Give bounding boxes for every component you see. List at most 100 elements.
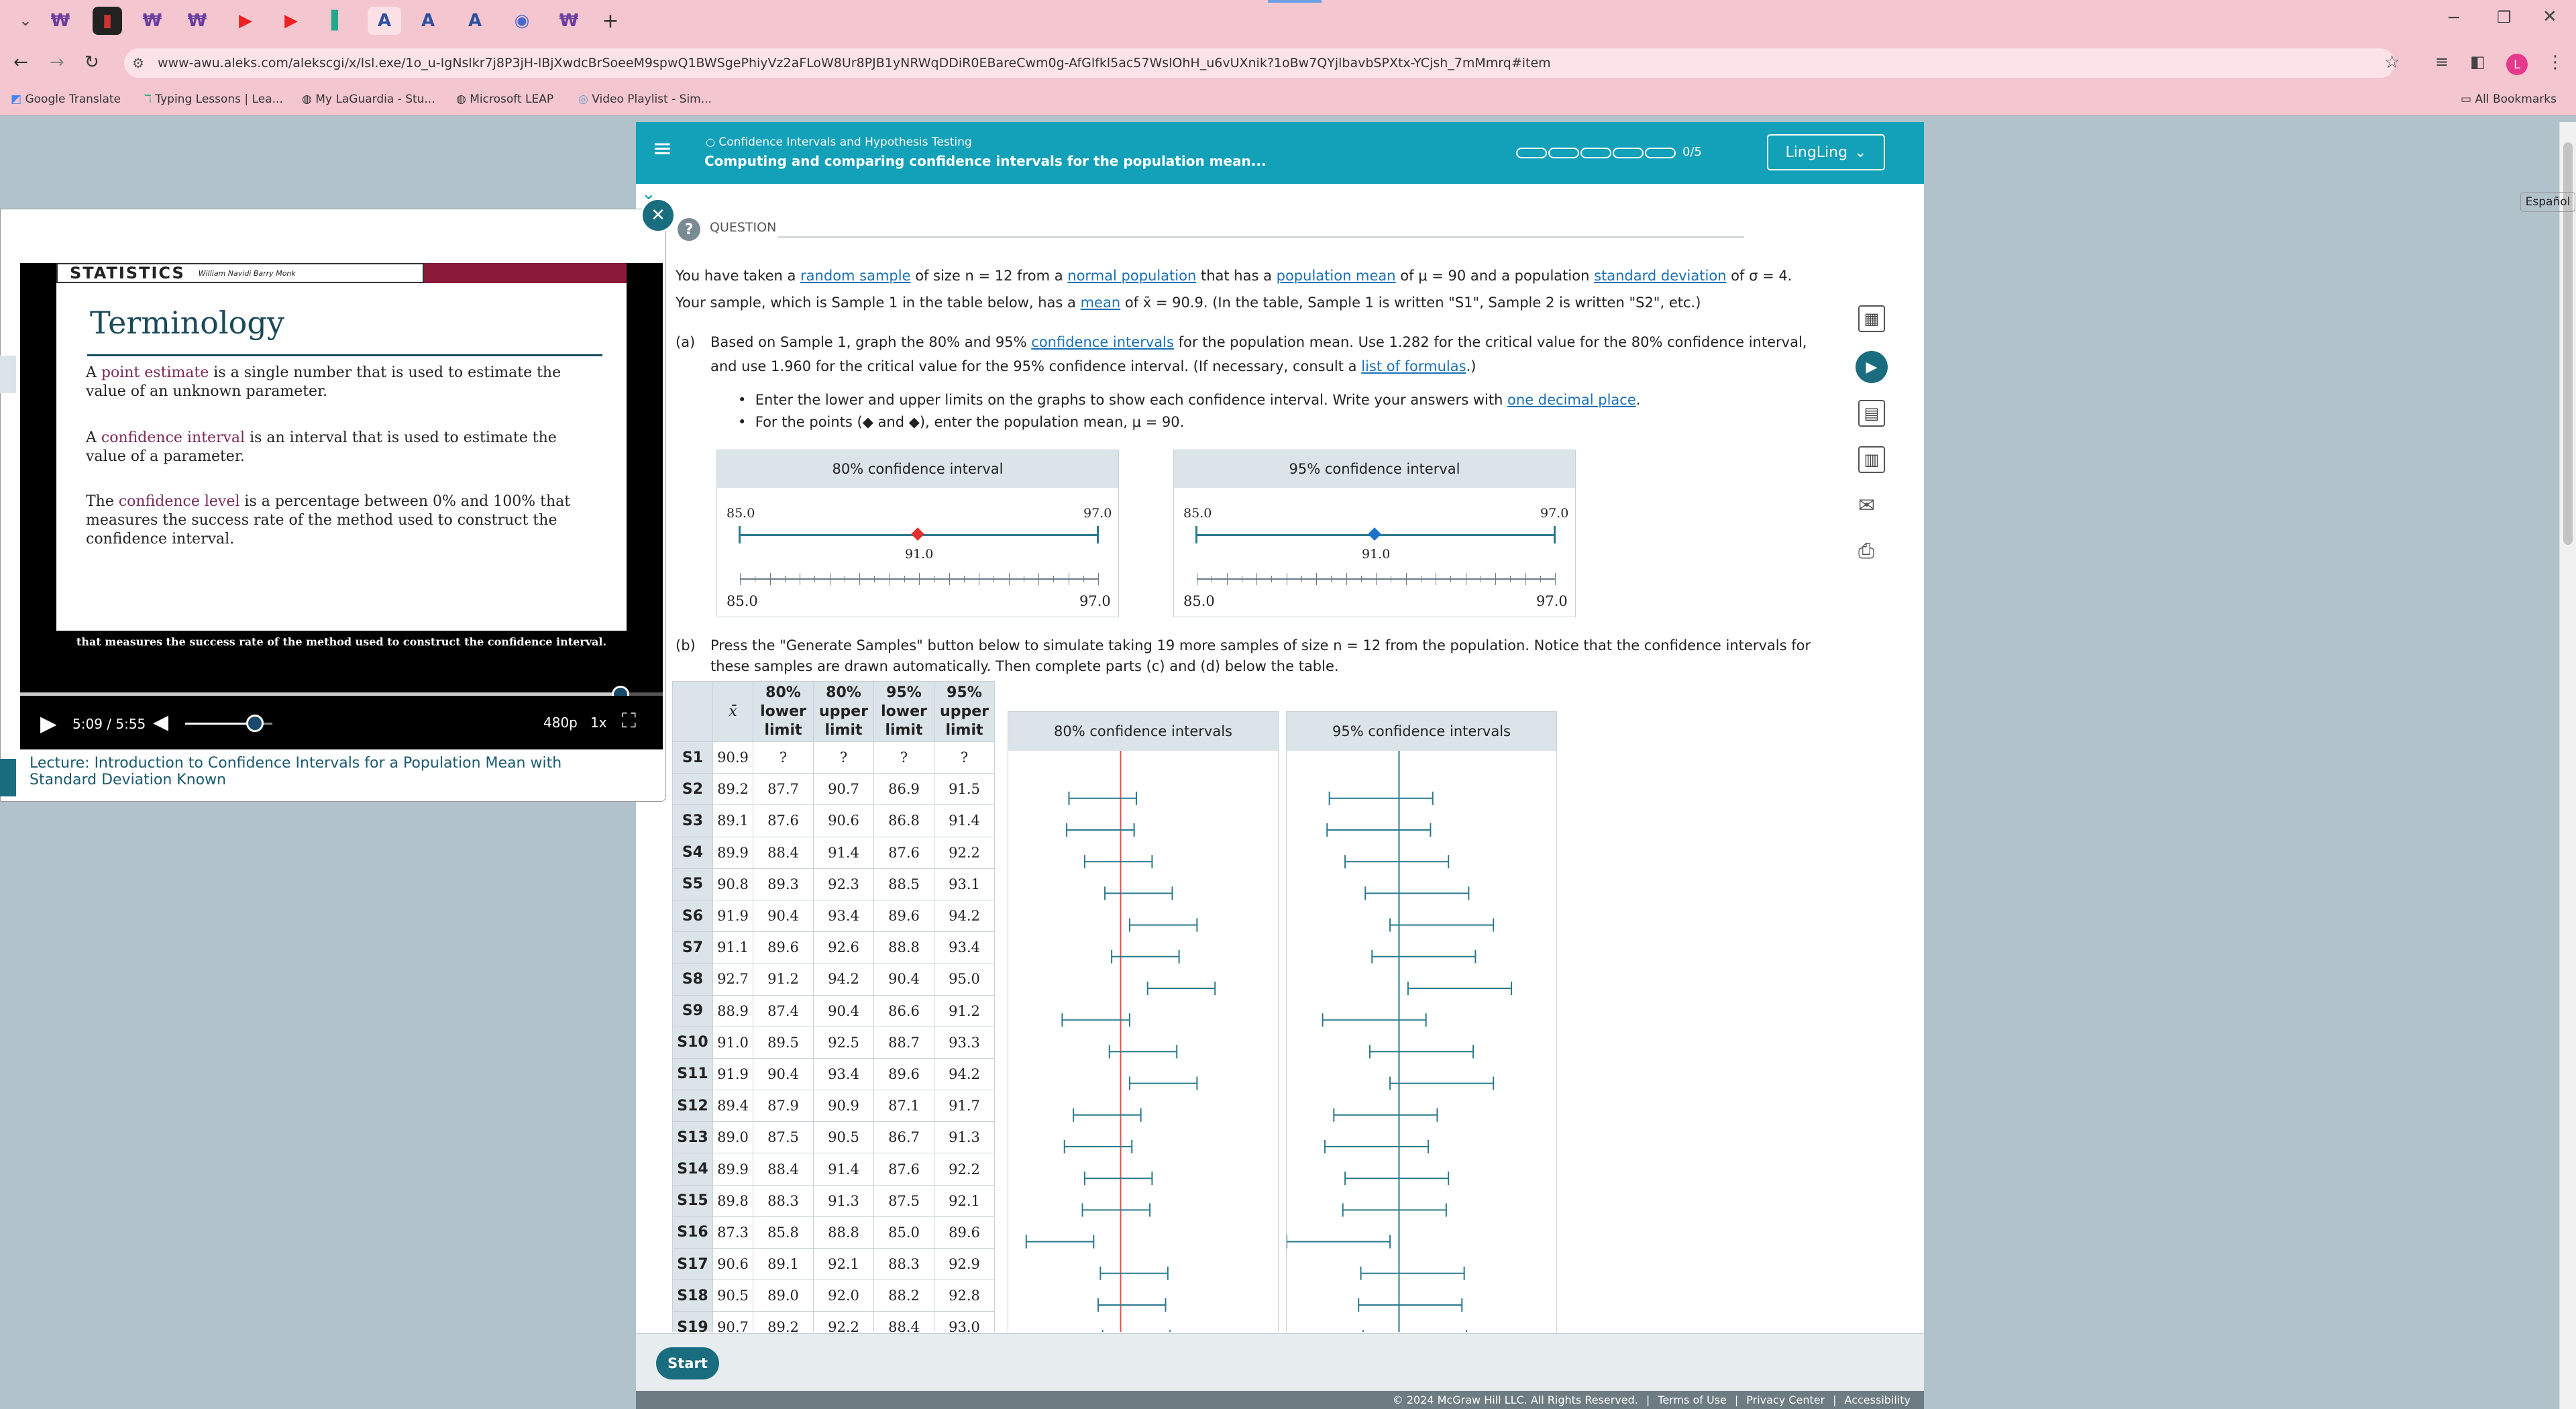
back-icon[interactable]: ←	[13, 52, 28, 72]
graph-95-mean-point[interactable]	[1368, 527, 1381, 541]
graph-95-left-handle[interactable]	[1195, 526, 1197, 543]
restore-icon[interactable]: ❐	[2497, 8, 2512, 27]
table-cell: 91.4	[813, 1153, 874, 1186]
panel-tab[interactable]	[0, 356, 16, 393]
interval-S2	[1328, 791, 1434, 805]
bookmark-microsoft-leap[interactable]: ◍ Microsoft LEAP	[456, 93, 553, 106]
bookmark-star-icon[interactable]: ☆	[2384, 52, 2400, 72]
user-menu-button[interactable]: LingLing ⌄	[1767, 134, 1885, 170]
table-cell: 88.4	[753, 1153, 814, 1186]
graph-80-mean-point[interactable]	[911, 527, 924, 541]
confidence-intervals-link[interactable]: confidence intervals	[1031, 334, 1174, 350]
tab-favicon-icon[interactable]: ▌	[323, 7, 353, 35]
answer-cell[interactable]: ?	[813, 741, 874, 774]
graph-95-axis-left: 85.0	[1183, 593, 1215, 609]
table-cell: 94.2	[934, 1057, 995, 1091]
close-window-icon[interactable]: ✕	[2542, 7, 2557, 27]
table-tool-icon[interactable]: ▤	[1858, 400, 1885, 427]
quality-button[interactable]: 480p	[543, 715, 578, 731]
one-decimal-place-link[interactable]: one decimal place	[1507, 392, 1636, 408]
tab-aleks[interactable]: A	[460, 7, 490, 35]
interval-S7	[1371, 949, 1477, 963]
list-of-formulas-link[interactable]: list of formulas	[1361, 358, 1466, 374]
video-player[interactable]: STATISTICS William Navidi Barry Monk Ter…	[20, 263, 663, 703]
tab-indicator	[1268, 0, 1322, 3]
graph-80-left-handle[interactable]	[739, 526, 741, 543]
reload-icon[interactable]: ↻	[85, 52, 99, 72]
normal-population-link[interactable]: normal population	[1067, 268, 1196, 284]
tab-aleks-active[interactable]: A	[368, 7, 401, 35]
stats-tool-icon[interactable]: ▥	[1858, 446, 1885, 473]
espanol-button[interactable]: Español	[2520, 192, 2575, 212]
all-bookmarks[interactable]: ▭ All Bookmarks	[2461, 93, 2557, 106]
answer-cell[interactable]: ?	[934, 741, 995, 774]
bookmark-laguardia[interactable]: ◍ My LaGuardia - Stu...	[302, 93, 435, 106]
mean-link[interactable]: mean	[1081, 295, 1121, 311]
panel-tab[interactable]	[0, 759, 16, 796]
privacy-link[interactable]: Privacy Center	[1746, 1394, 1825, 1406]
tab-favicon-icon[interactable]: ◉	[507, 7, 537, 35]
new-tab-icon[interactable]: +	[596, 7, 625, 35]
sample-label: S15	[672, 1184, 713, 1217]
slide-para-2: A confidence interval is an interval tha…	[86, 429, 596, 466]
translate-icon: ◩	[11, 93, 22, 106]
help-icon[interactable]: ?	[678, 218, 700, 241]
table-row: S2 89.2 87.7 90.7 86.9 91.5	[672, 773, 995, 806]
table-cell: 89.5	[753, 1026, 814, 1059]
bookmark-google-translate[interactable]: ◩ Google Translate	[11, 93, 121, 106]
tab-favicon-icon[interactable]: ₩	[554, 7, 584, 35]
calculator-icon[interactable]: ▦	[1858, 305, 1885, 332]
tab-aleks[interactable]: A	[413, 7, 443, 35]
graph-80-right-handle[interactable]	[1097, 526, 1099, 543]
accessibility-link[interactable]: Accessibility	[1845, 1394, 1911, 1406]
volume-handle[interactable]	[246, 715, 264, 732]
table-cell: 88.4	[873, 1311, 934, 1332]
volume-icon[interactable]: ◀	[153, 711, 168, 734]
menu-icon[interactable]: ⋮	[2546, 52, 2564, 72]
standard-deviation-link[interactable]: standard deviation	[1594, 268, 1726, 284]
hamburger-menu-icon[interactable]: ≡	[652, 137, 679, 164]
tab-favicon-icon[interactable]: ₩	[46, 7, 75, 35]
mail-icon[interactable]: ✉	[1858, 494, 1875, 517]
start-button[interactable]: Start	[656, 1347, 719, 1379]
tab-favicon-icon[interactable]: ₩	[138, 7, 167, 35]
profile-avatar[interactable]: L	[2506, 54, 2528, 75]
play-icon[interactable]: ▶	[40, 711, 57, 736]
text: The	[86, 493, 119, 510]
site-info-icon[interactable]: ⚙	[132, 55, 144, 71]
sidepanel-icon[interactable]: ◧	[2470, 52, 2485, 71]
url-text: www-awu.aleks.com/alekscgi/x/Isl.exe/1o_…	[158, 56, 1551, 70]
answer-cell[interactable]: ?	[873, 741, 934, 774]
interval-S11	[1389, 1076, 1495, 1090]
bookmark-typing-lessons[interactable]: ℸ Typing Lessons | Lea...	[144, 93, 283, 106]
bookmark-label: Google Translate	[25, 93, 121, 106]
print-icon[interactable]: ⎙	[1858, 539, 1874, 563]
population-mean-link[interactable]: population mean	[1277, 268, 1396, 284]
forward-icon[interactable]: →	[50, 52, 64, 72]
random-sample-link[interactable]: random sample	[800, 268, 910, 284]
url-bar[interactable]: www-awu.aleks.com/alekscgi/x/Isl.exe/1o_…	[124, 48, 2395, 78]
tab-favicon-icon[interactable]: ▮	[93, 7, 122, 35]
part-b-line-1: Press the "Generate Samples" button belo…	[710, 637, 1811, 654]
samples-scroll-area[interactable]: x̄ 80% lower limit 80% upper limit 95% lowe…	[672, 681, 1907, 1332]
tab-favicon-icon[interactable]: ₩	[182, 7, 212, 35]
table-cell: 86.8	[873, 804, 934, 837]
table-cell: 86.9	[873, 773, 934, 806]
answer-cell[interactable]: ?	[753, 741, 814, 774]
page-scrollbar[interactable]	[2559, 122, 2576, 1409]
minimize-icon[interactable]: ─	[2449, 8, 2459, 28]
tab-youtube-icon[interactable]: ▶	[231, 7, 260, 35]
media-icon[interactable]: ≡	[2435, 52, 2449, 71]
video-lesson-icon[interactable]: ▶	[1856, 351, 1888, 383]
close-panel-icon[interactable]: ✕	[641, 198, 676, 233]
tab-search-icon[interactable]: ⌄	[11, 7, 40, 35]
graph-95-right-handle[interactable]	[1554, 526, 1556, 543]
table-cell: 87.7	[753, 773, 814, 806]
fullscreen-icon[interactable]: ⛶	[622, 709, 636, 733]
table-cell: 90.5	[712, 1280, 753, 1312]
table-cell: 89.8	[712, 1184, 753, 1217]
bookmark-video-playlist[interactable]: ◎ Video Playlist - Sim...	[578, 93, 712, 106]
speed-button[interactable]: 1x	[590, 715, 607, 731]
terms-link[interactable]: Terms of Use	[1658, 1394, 1727, 1406]
tab-youtube-icon[interactable]: ▶	[276, 7, 306, 35]
